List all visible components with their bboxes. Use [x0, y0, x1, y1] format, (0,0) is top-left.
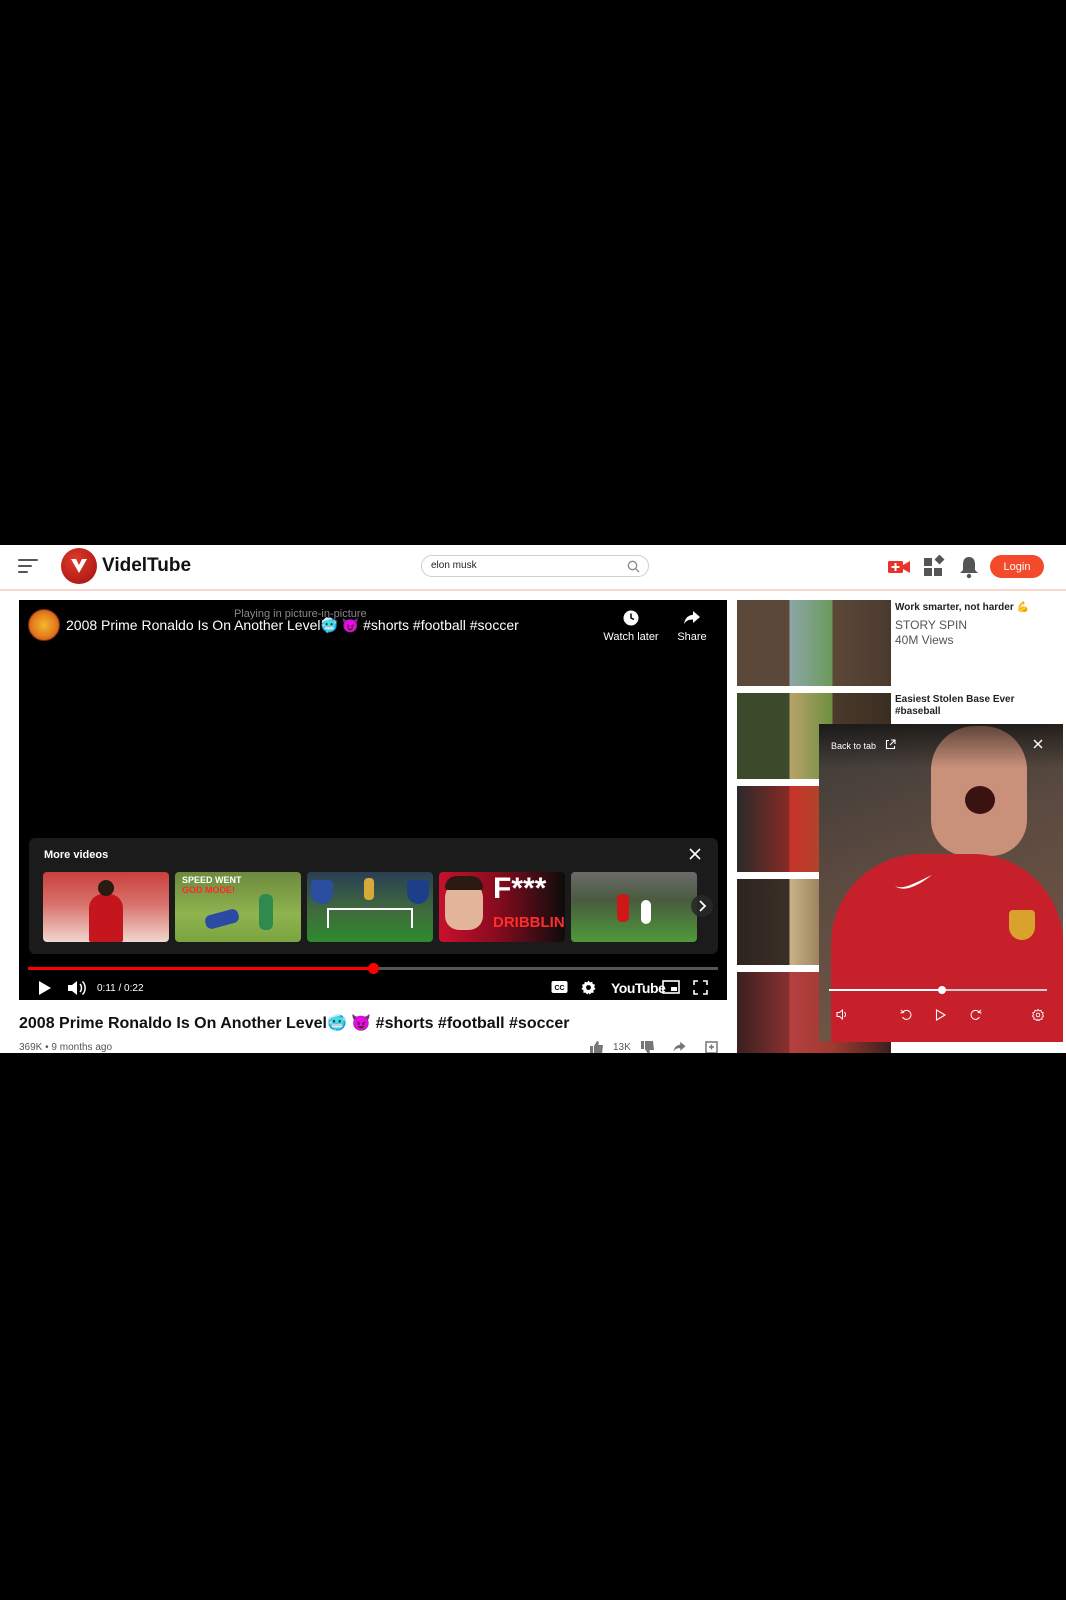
player-video-title[interactable]: 2008 Prime Ronaldo Is On Another Level🥶 …	[66, 617, 519, 634]
video-progress-fill	[28, 967, 373, 970]
more-video-thumb[interactable]	[307, 872, 433, 942]
like-icon[interactable]	[589, 1041, 604, 1053]
play-icon[interactable]	[935, 1009, 946, 1021]
close-icon[interactable]	[689, 848, 701, 860]
pip-progress-fill	[829, 989, 943, 991]
video-progress-knob[interactable]	[368, 963, 379, 974]
goal-frame	[327, 908, 413, 928]
youtube-logo[interactable]: YouTube	[611, 980, 666, 996]
thumb-hair	[445, 876, 483, 890]
team-badge-icon	[407, 880, 429, 904]
sidebar-video-title[interactable]: Work smarter, not harder 💪	[895, 602, 1045, 614]
close-icon[interactable]	[1033, 739, 1043, 749]
next-videos-button[interactable]	[691, 895, 713, 917]
thumb-figure	[259, 894, 273, 930]
thumb-caption-2: DRIBBLING	[493, 914, 565, 931]
login-button[interactable]: Login	[990, 555, 1044, 578]
thumb-caption: SPEED WENT	[182, 875, 242, 885]
fullscreen-icon[interactable]	[693, 980, 708, 995]
open-external-icon[interactable]	[885, 739, 896, 750]
search-input[interactable]	[431, 560, 611, 571]
video-progress-bar[interactable]	[28, 963, 718, 974]
thumb-figure	[641, 900, 651, 924]
upload-video-icon[interactable]	[887, 555, 911, 579]
share-button[interactable]: Share	[662, 610, 722, 643]
search-icon[interactable]	[627, 560, 640, 573]
pip-shirt	[831, 854, 1063, 1042]
share-label: Share	[677, 631, 707, 643]
more-video-thumb[interactable]: F*** DRIBBLING	[439, 872, 565, 942]
clock-icon	[623, 610, 639, 626]
more-video-thumb[interactable]	[43, 872, 169, 942]
thumb-caption: F***	[493, 872, 547, 905]
notifications-bell-icon[interactable]	[957, 555, 981, 579]
picture-in-picture-window[interactable]: Back to tab	[819, 724, 1063, 1042]
share-icon	[684, 611, 700, 625]
miniplayer-icon[interactable]	[662, 980, 680, 994]
thumb-figure	[203, 907, 241, 931]
svg-text:CC: CC	[554, 985, 564, 992]
dislike-icon[interactable]	[640, 1041, 655, 1053]
sidebar-video-views: 40M Views	[895, 633, 954, 647]
like-count: 13K	[613, 1042, 631, 1053]
logo-icon[interactable]	[61, 548, 97, 584]
more-video-thumb[interactable]	[571, 872, 697, 942]
channel-avatar[interactable]	[28, 609, 60, 641]
video-player[interactable]: Playing in picture-in-picture 2008 Prime…	[19, 600, 727, 1000]
more-videos-heading: More videos	[44, 849, 109, 861]
sidebar-video-title[interactable]: Easiest Stolen Base Ever #baseball	[895, 694, 1045, 718]
trophy-icon	[364, 878, 374, 900]
volume-icon[interactable]	[67, 980, 87, 996]
play-icon[interactable]	[38, 980, 52, 996]
team-badge-icon	[311, 880, 333, 904]
search-box[interactable]	[421, 555, 649, 577]
apps-icon[interactable]	[922, 555, 946, 579]
pip-progress-bar[interactable]	[829, 986, 1047, 994]
video-meta: 369K • 9 months ago	[19, 1042, 113, 1053]
volume-icon[interactable]	[836, 1009, 848, 1020]
captions-icon[interactable]: CC	[551, 980, 568, 994]
page: VidelTube Login Playing in picture-in-pi…	[0, 545, 1066, 1053]
thumb-figure	[89, 894, 123, 942]
sidebar-video-thumb[interactable]	[737, 600, 891, 686]
thumb-figure	[617, 894, 629, 922]
save-icon[interactable]	[705, 1041, 718, 1053]
thumb-caption-2: GOD MODE!	[182, 885, 235, 895]
playback-time: 0:11 / 0:22	[97, 983, 144, 994]
club-badge-icon	[1009, 910, 1035, 940]
swoosh-icon	[895, 875, 932, 889]
share-icon[interactable]	[672, 1041, 687, 1053]
menu-icon[interactable]	[18, 559, 38, 575]
pip-mouth	[965, 786, 995, 814]
forward-10-icon[interactable]	[969, 1009, 982, 1021]
rewind-10-icon[interactable]	[900, 1009, 913, 1021]
top-bar: VidelTube Login	[0, 545, 1066, 591]
sidebar-video-channel[interactable]: STORY SPIN	[895, 618, 967, 632]
video-title: 2008 Prime Ronaldo Is On Another Level🥶 …	[19, 1015, 570, 1032]
settings-gear-icon[interactable]	[1032, 1009, 1044, 1021]
settings-gear-icon[interactable]	[581, 980, 596, 995]
more-video-thumb[interactable]: SPEED WENT GOD MODE!	[175, 872, 301, 942]
watch-later-label: Watch later	[603, 631, 659, 643]
chevron-right-icon	[699, 900, 707, 912]
more-videos-panel: More videos SPEED WENT GOD MODE! F*** DR…	[29, 838, 718, 954]
back-to-tab-button[interactable]: Back to tab	[831, 741, 876, 751]
brand-name[interactable]: VidelTube	[102, 555, 191, 577]
watch-later-button[interactable]: Watch later	[601, 610, 661, 643]
thumb-figure-head	[98, 880, 114, 896]
